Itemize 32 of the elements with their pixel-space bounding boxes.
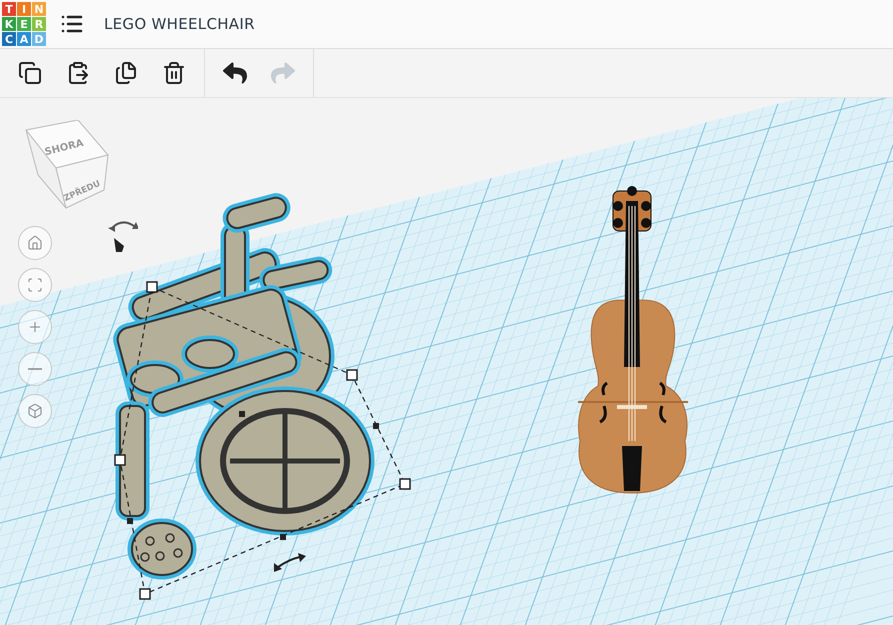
home-icon <box>27 235 43 251</box>
app-logo[interactable]: T I N K E R C A D <box>2 2 46 46</box>
logo-letter: C <box>2 32 16 46</box>
violin-model-drawing[interactable] <box>578 186 688 494</box>
rotate-handle-icon[interactable] <box>274 553 306 572</box>
orbit-arrow-icon[interactable] <box>108 221 138 232</box>
logo-letter: E <box>17 17 31 31</box>
design-title: LEGO WHEELCHAIR <box>104 15 255 33</box>
frame-corners-icon <box>27 277 43 293</box>
trash-icon <box>162 61 186 85</box>
logo-letter: D <box>32 32 46 46</box>
redo-icon <box>271 61 295 85</box>
projection-button[interactable] <box>18 394 52 428</box>
logo-letter: K <box>2 17 16 31</box>
cube-top-label: SHORA <box>44 138 85 158</box>
logo-letter: R <box>32 17 46 31</box>
view-cube-drawing[interactable] <box>25 120 109 209</box>
wheelchair-model-drawing[interactable] <box>110 190 374 580</box>
plus-icon <box>27 319 43 335</box>
home-button[interactable] <box>18 226 52 260</box>
minus-icon <box>28 368 42 370</box>
logo-letter: T <box>2 2 16 16</box>
orbit-cursor-icon <box>114 238 124 252</box>
copy-icon <box>18 61 42 85</box>
logo-letter: I <box>17 2 31 16</box>
cube-icon <box>27 403 43 419</box>
logo-letter: N <box>32 2 46 16</box>
duplicate-icon <box>114 61 138 85</box>
selection-outline[interactable] <box>114 281 411 600</box>
undo-icon <box>223 61 247 85</box>
logo-letter: A <box>17 32 31 46</box>
paste-icon <box>66 61 90 85</box>
